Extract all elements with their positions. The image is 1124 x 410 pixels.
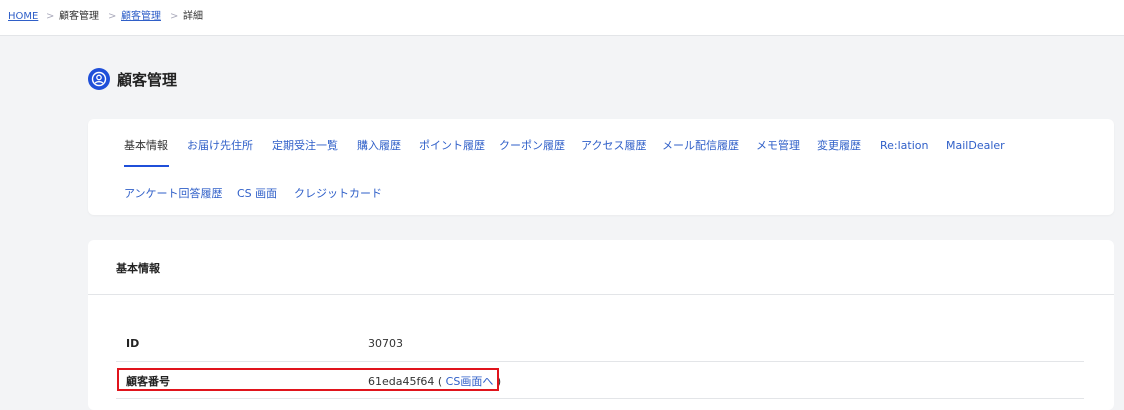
tab-relation[interactable]: Re:lation [880,139,929,152]
breadcrumb: HOME > 顧客管理 > 顧客管理 > 詳細 [0,0,1124,36]
breadcrumb-separator: > [108,11,117,22]
tab-purchase-history[interactable]: 購入履歴 [357,139,401,152]
breadcrumb-item-detail: 詳細 [183,11,203,22]
active-tab-indicator [124,165,169,167]
tab-subscription-orders[interactable]: 定期受注一覧 [272,139,338,152]
tab-cs-screen[interactable]: CS 画面 [237,187,277,200]
tab-credit-card[interactable]: クレジットカード [294,187,382,200]
breadcrumb-item-customer-management: 顧客管理 [59,11,99,22]
breadcrumb-home-link[interactable]: HOME [8,11,38,23]
breadcrumb-customer-management-link[interactable]: 顧客管理 [121,11,161,23]
tab-delivery-address[interactable]: お届け先住所 [187,139,253,152]
tab-memo[interactable]: メモ管理 [756,139,800,152]
tab-access-history[interactable]: アクセス履歴 [581,139,646,152]
tab-survey-history[interactable]: アンケート回答履歴 [124,187,223,200]
tab-navigation: 基本情報 お届け先住所 定期受注一覧 購入履歴 ポイント履歴 クーポン履歴 アク… [88,119,1114,215]
row-divider [116,361,1084,362]
section-title: 基本情報 [116,262,160,275]
divider [88,294,1114,295]
page-title: 顧客管理 [117,71,178,89]
id-value: 30703 [368,337,403,350]
tab-mail-history[interactable]: メール配信履歴 [662,139,739,152]
tab-maildealer[interactable]: MailDealer [946,139,1005,152]
breadcrumb-separator: > [46,11,55,22]
user-circle-icon [88,68,110,90]
highlight-box [117,368,499,391]
tab-point-history[interactable]: ポイント履歴 [419,139,485,152]
id-label: ID [126,337,140,350]
tab-coupon-history[interactable]: クーポン履歴 [499,139,565,152]
breadcrumb-separator: > [170,11,179,22]
tab-basic-info[interactable]: 基本情報 [124,139,168,152]
tab-change-history[interactable]: 変更履歴 [817,139,861,152]
